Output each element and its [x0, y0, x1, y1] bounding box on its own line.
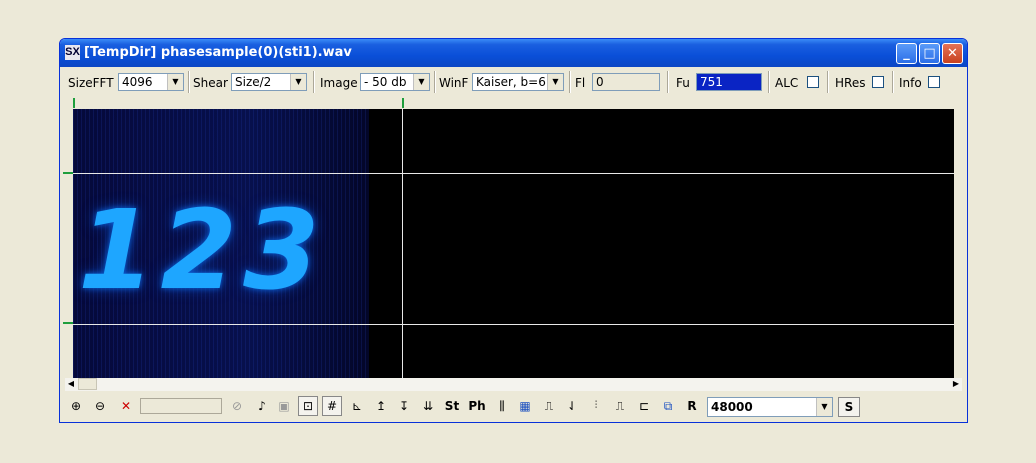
image-label: Image	[320, 76, 358, 90]
separator	[827, 71, 829, 93]
minimize-icon: _	[903, 46, 910, 61]
maximize-button[interactable]: □	[919, 43, 940, 64]
winf-label: WinF	[439, 76, 469, 90]
stop-icon[interactable]: ▣	[274, 396, 294, 416]
s-button[interactable]: S	[838, 397, 860, 417]
alc-label: ALC	[775, 76, 799, 90]
delete-icon[interactable]: ✕	[116, 396, 136, 416]
close-button[interactable]: ✕	[942, 43, 963, 64]
spectrogram-canvas[interactable]: 123	[73, 109, 954, 378]
winf-value: Kaiser, b=6	[476, 75, 546, 89]
samplerate-select[interactable]: 48000 ▼	[707, 397, 833, 417]
app-icon[interactable]: SX	[65, 45, 80, 60]
sizefft-value: 4096	[122, 75, 153, 89]
shear-label: Shear	[193, 76, 228, 90]
freq-marker-lower[interactable]	[63, 322, 73, 324]
wave-icon[interactable]: ⇃	[562, 396, 582, 416]
close-icon: ✕	[947, 46, 958, 61]
arrow-up-icon[interactable]: ↥	[371, 396, 391, 416]
speaker-icon[interactable]: ♪	[252, 396, 272, 416]
hres-checkbox[interactable]	[872, 76, 884, 88]
zoom-out-icon[interactable]: ⊖	[90, 396, 110, 416]
progress-field	[140, 398, 222, 414]
scroll-left-icon[interactable]: ◀	[65, 378, 77, 390]
step2-icon[interactable]: ⊏	[634, 396, 654, 416]
separator	[313, 71, 315, 93]
shear-select[interactable]: Size/2 ▼	[231, 73, 307, 91]
chevron-down-icon[interactable]: ▼	[413, 74, 429, 90]
freq-marker-upper[interactable]	[63, 172, 73, 174]
chevron-down-icon[interactable]: ▼	[816, 398, 832, 416]
sizefft-select[interactable]: 4096 ▼	[118, 73, 184, 91]
shear-value: Size/2	[235, 75, 272, 89]
range-marker-left[interactable]	[73, 98, 75, 108]
fl-field[interactable]: 0	[592, 73, 660, 91]
bars-icon[interactable]: ⫼	[492, 396, 512, 416]
samplerate-value: 48000	[711, 400, 753, 414]
scroll-right-icon[interactable]: ▶	[950, 378, 962, 390]
horizontal-scrollbar[interactable]: ◀ ▶	[65, 378, 962, 391]
chevron-down-icon[interactable]: ▼	[290, 74, 306, 90]
minimize-button[interactable]: _	[896, 43, 917, 64]
separator	[188, 71, 190, 93]
image-value: - 50 db	[364, 75, 407, 89]
pulse-icon[interactable]: ⎍	[539, 396, 559, 416]
ph-button[interactable]: Ph	[467, 396, 487, 416]
multi-arrow-icon[interactable]: ⇊	[418, 396, 438, 416]
info-checkbox[interactable]	[928, 76, 940, 88]
chevron-down-icon[interactable]: ▼	[167, 74, 183, 90]
r-button[interactable]: R	[682, 396, 702, 416]
copy-icon[interactable]: ⧉	[658, 396, 678, 416]
time-cursor-line[interactable]	[402, 109, 403, 378]
upper-frequency-line[interactable]	[73, 173, 954, 174]
separator	[434, 71, 436, 93]
spectrogram-digits: 123	[78, 186, 326, 314]
lower-frequency-line[interactable]	[73, 324, 954, 325]
chevron-down-icon[interactable]: ▼	[547, 74, 563, 90]
st-button[interactable]: St	[442, 396, 462, 416]
top-toolbar: SizeFFT 4096 ▼ Shear Size/2 ▼ Image - 50 d…	[64, 70, 962, 94]
window-title: [TempDir] phasesample(0)(sti1).wav	[84, 45, 352, 60]
fl-label: Fl	[575, 76, 586, 90]
winf-select[interactable]: Kaiser, b=6 ▼	[472, 73, 564, 91]
fu-label: Fu	[676, 76, 690, 90]
alc-checkbox[interactable]	[807, 76, 819, 88]
lr-icon[interactable]: ⫶	[586, 396, 606, 416]
sizefft-label: SizeFFT	[68, 76, 114, 90]
bottom-toolbar: ⊕ ⊖ ✕ ⊘ ♪ ▣ ⊡ # ⊾ ↥ ↧ ⇊ St Ph ⫼ ▦ ⎍ ⇃ ⫶ …	[64, 394, 962, 420]
app-window: SX [TempDir] phasesample(0)(sti1).wav _ …	[59, 38, 968, 423]
graph-icon[interactable]: ⊡	[298, 396, 318, 416]
scroll-thumb[interactable]	[78, 378, 97, 390]
zoom-in-icon[interactable]: ⊕	[66, 396, 86, 416]
separator	[569, 71, 571, 93]
step-icon[interactable]: ⎍	[610, 396, 630, 416]
range-marker-right[interactable]	[402, 98, 404, 108]
disabled-icon[interactable]: ⊘	[227, 396, 247, 416]
image-select[interactable]: - 50 db ▼	[360, 73, 430, 91]
fu-field[interactable]: 751	[696, 73, 762, 91]
hres-label: HRes	[835, 76, 866, 90]
separator	[768, 71, 770, 93]
maximize-icon: □	[923, 46, 936, 61]
table-icon[interactable]: ▦	[515, 396, 535, 416]
arrow-down-icon[interactable]: ↧	[394, 396, 414, 416]
separator	[892, 71, 894, 93]
grid-icon[interactable]: #	[322, 396, 342, 416]
info-label: Info	[899, 76, 922, 90]
axis-icon[interactable]: ⊾	[347, 396, 367, 416]
separator	[667, 71, 669, 93]
title-bar[interactable]: SX [TempDir] phasesample(0)(sti1).wav _ …	[60, 39, 967, 67]
